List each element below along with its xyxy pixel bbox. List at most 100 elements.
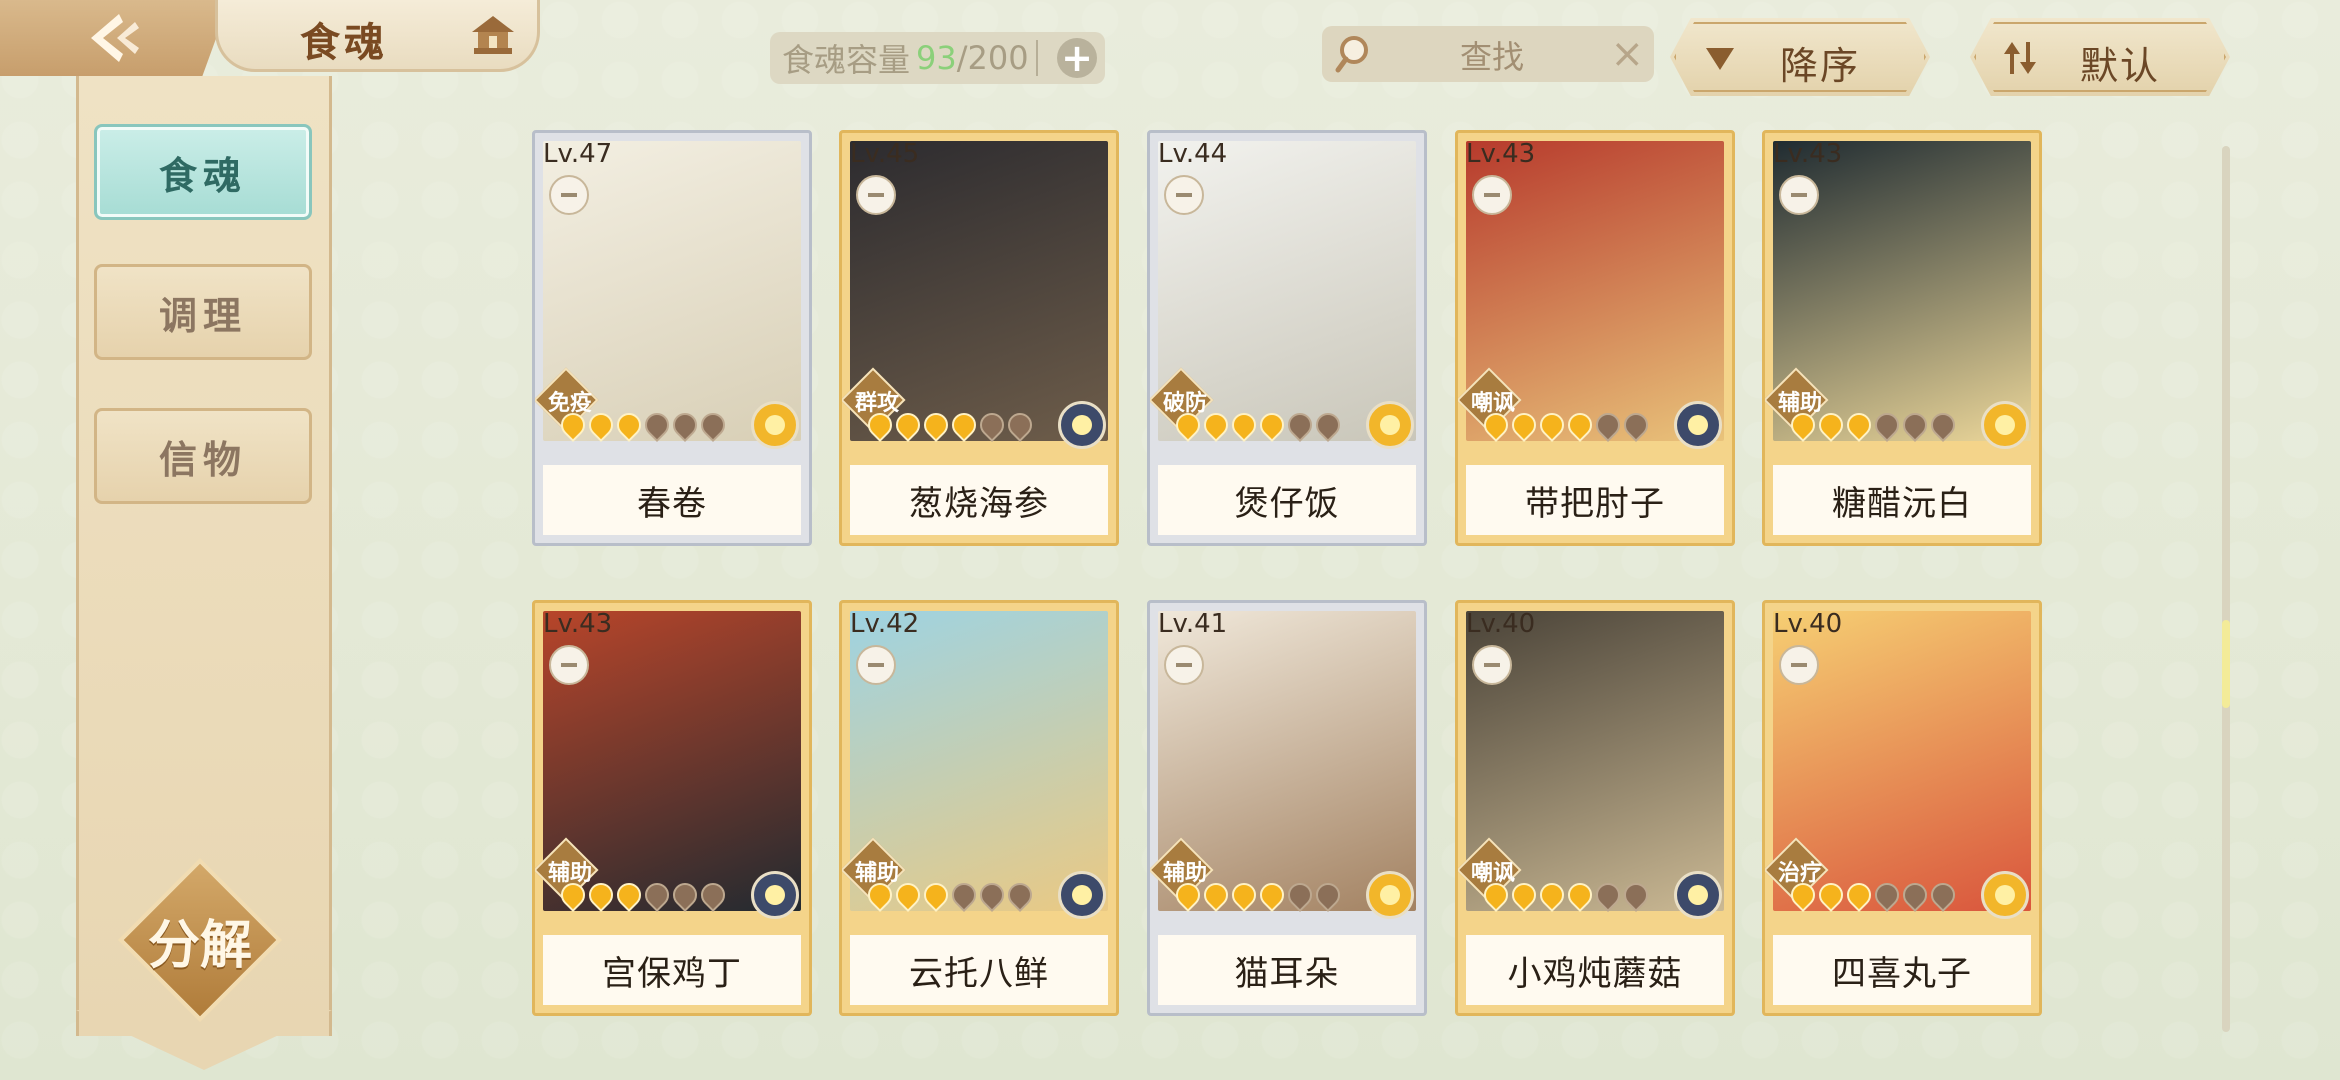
flame-star-icon (1870, 408, 1904, 442)
food-soul-card[interactable]: Lv.43 辅助 宫保鸡丁 (532, 600, 812, 1016)
tab-keepsake[interactable]: 信物 (94, 408, 312, 504)
flame-star-icon (640, 408, 674, 442)
flame-star-icon (1870, 878, 1904, 912)
star-rating (1171, 878, 1345, 912)
star-rating (556, 878, 730, 912)
name-bar: 猫耳朵 (1158, 935, 1416, 1005)
food-soul-card[interactable]: Lv.42 辅助 云托八鲜 (839, 600, 1119, 1016)
flame-star-icon (1842, 878, 1876, 912)
food-soul-card[interactable]: Lv.45 群攻 葱烧海参 (839, 130, 1119, 546)
character-name: 糖醋沅白 (1832, 483, 1972, 524)
food-soul-card[interactable]: Lv.43 辅助 糖醋沅白 (1762, 130, 2042, 546)
name-bar: 煲仔饭 (1158, 465, 1416, 535)
lock-badge-icon[interactable] (1779, 175, 1819, 215)
flame-star-icon (891, 878, 925, 912)
character-name: 带把肘子 (1525, 483, 1665, 524)
name-bar: 春卷 (543, 465, 801, 535)
character-name: 春卷 (637, 483, 707, 524)
sort-toggle-icon (2004, 42, 2036, 74)
search-icon (1335, 36, 1368, 73)
level-label: Lv.42 (850, 609, 920, 639)
tab-label: 调理 (158, 293, 247, 338)
flame-star-icon (1199, 408, 1233, 442)
flame-star-icon (1814, 878, 1848, 912)
flame-star-icon (1563, 408, 1597, 442)
star-rating (1171, 408, 1345, 442)
scroll-thumb[interactable] (2222, 620, 2230, 708)
lock-badge-icon[interactable] (1164, 645, 1204, 685)
tab-conditioning[interactable]: 调理 (94, 264, 312, 360)
flame-star-icon (1255, 408, 1289, 442)
element-icon (751, 401, 799, 449)
filter-button[interactable]: 默认 (1970, 18, 2230, 96)
capacity-label: 食魂容量 (782, 41, 911, 79)
lock-badge-icon[interactable] (549, 645, 589, 685)
level-label: Lv.43 (1773, 139, 1843, 169)
filter-label: 默认 (2080, 44, 2161, 88)
lock-badge-icon[interactable] (856, 175, 896, 215)
flame-star-icon (1591, 878, 1625, 912)
food-soul-card[interactable]: Lv.41 辅助 猫耳朵 (1147, 600, 1427, 1016)
element-icon (1981, 401, 2029, 449)
food-soul-card[interactable]: Lv.43 嘲讽 带把肘子 (1455, 130, 1735, 546)
flame-star-icon (1535, 878, 1569, 912)
search-label: 查找 (1460, 38, 1525, 76)
flame-star-icon (696, 408, 730, 442)
lock-badge-icon[interactable] (856, 645, 896, 685)
home-icon[interactable] (470, 14, 516, 58)
star-rating (1479, 408, 1653, 442)
flame-star-icon (1507, 878, 1541, 912)
food-soul-card[interactable]: Lv.44 破防 煲仔饭 (1147, 130, 1427, 546)
tab-label: 食魂 (158, 153, 247, 198)
lock-badge-icon[interactable] (1472, 175, 1512, 215)
element-icon (1058, 401, 1106, 449)
level-label: Lv.44 (1158, 139, 1228, 169)
food-soul-card[interactable]: Lv.47 免疫 春卷 (532, 130, 812, 546)
flame-star-icon (556, 878, 590, 912)
lock-badge-icon[interactable] (549, 175, 589, 215)
capacity-divider (1036, 40, 1038, 76)
sort-button[interactable]: 降序 (1670, 18, 1930, 96)
food-soul-card[interactable]: Lv.40 治疗 四喜丸子 (1762, 600, 2042, 1016)
flame-star-icon (919, 878, 953, 912)
flame-star-icon (612, 878, 646, 912)
lock-badge-icon[interactable] (1164, 175, 1204, 215)
capacity-add-button[interactable]: + (1057, 38, 1097, 78)
search-box[interactable]: 查找 × (1322, 26, 1654, 82)
flame-star-icon (1563, 878, 1597, 912)
flame-star-icon (668, 408, 702, 442)
lock-badge-icon[interactable] (1779, 645, 1819, 685)
tab-food-soul[interactable]: 食魂 (94, 124, 312, 220)
flame-star-icon (1926, 878, 1960, 912)
flame-star-icon (1786, 408, 1820, 442)
level-label: Lv.43 (1466, 139, 1536, 169)
level-label: Lv.43 (543, 609, 613, 639)
food-soul-card[interactable]: Lv.40 嘲讽 小鸡炖蘑菇 (1455, 600, 1735, 1016)
flame-star-icon (584, 408, 618, 442)
level-label: Lv.45 (850, 139, 920, 169)
flame-star-icon (947, 408, 981, 442)
element-icon (1674, 871, 1722, 919)
flame-star-icon (1479, 878, 1513, 912)
lock-badge-icon[interactable] (1472, 645, 1512, 685)
element-icon (1058, 871, 1106, 919)
flame-star-icon (1842, 408, 1876, 442)
decompose-button[interactable]: 分解 (117, 857, 283, 1023)
capacity-current: 93 (916, 39, 957, 77)
name-bar: 糖醋沅白 (1773, 465, 2031, 535)
back-button[interactable] (0, 0, 230, 76)
character-name: 宫保鸡丁 (602, 953, 742, 994)
flame-star-icon (1255, 878, 1289, 912)
level-label: Lv.41 (1158, 609, 1228, 639)
flame-star-icon (919, 408, 953, 442)
flame-star-icon (584, 878, 618, 912)
character-name: 小鸡炖蘑菇 (1507, 953, 1683, 994)
scrollbar[interactable] (2222, 146, 2230, 1032)
name-bar: 宫保鸡丁 (543, 935, 801, 1005)
clear-icon[interactable]: × (1610, 32, 1644, 76)
element-icon (1674, 401, 1722, 449)
flame-star-icon (1283, 408, 1317, 442)
flame-star-icon (1898, 408, 1932, 442)
page-title: 食魂 (300, 20, 388, 66)
flame-star-icon (1199, 878, 1233, 912)
